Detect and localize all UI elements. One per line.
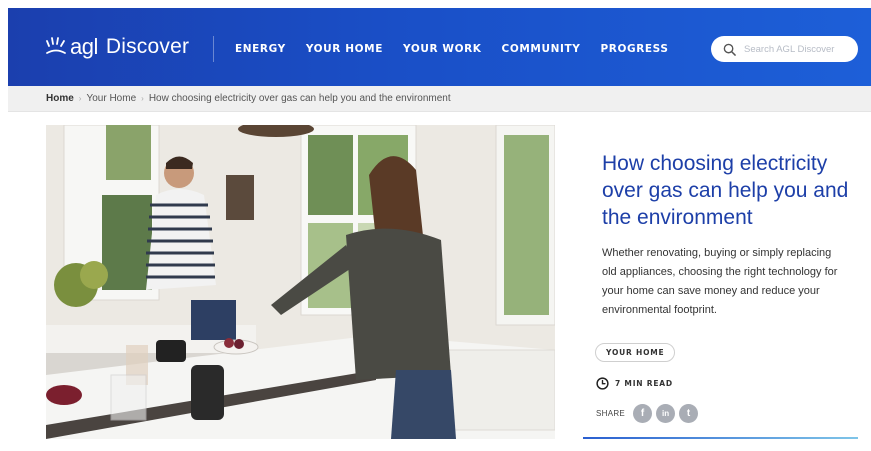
site-header: agl Discover ENERGY YOUR HOME YOUR WORK … [8, 8, 871, 86]
share-bar: SHARE f in t [596, 404, 702, 423]
breadcrumb-your-home[interactable]: Your Home [86, 93, 136, 104]
nav-energy[interactable]: ENERGY [235, 43, 286, 55]
agl-rays-logo-icon [46, 37, 66, 54]
share-label: SHARE [596, 409, 626, 418]
header-divider [213, 36, 214, 62]
breadcrumb: Home › Your Home › How choosing electric… [46, 93, 451, 104]
logo-discover-text: Discover [105, 35, 190, 58]
search-icon [723, 43, 736, 56]
article-excerpt: Whether renovating, buying or simply rep… [602, 247, 838, 316]
article-title: How choosing electricity over gas can he… [602, 152, 849, 229]
read-time-label: 7 MIN READ [615, 379, 673, 388]
breadcrumb-home[interactable]: Home [46, 93, 74, 104]
nav-your-work[interactable]: YOUR WORK [403, 43, 482, 55]
breadcrumb-separator: › [78, 94, 82, 103]
breadcrumb-bar: Home › Your Home › How choosing electric… [8, 86, 871, 112]
hero-image [46, 125, 555, 439]
breadcrumb-separator: › [141, 94, 144, 103]
nav-your-home[interactable]: YOUR HOME [306, 43, 383, 55]
reading-progress-line [583, 437, 858, 439]
agl-discover-logo[interactable]: agl Discover [46, 34, 189, 60]
nav-progress[interactable]: PROGRESS [600, 43, 668, 55]
linkedin-share-icon[interactable]: in [656, 404, 676, 423]
facebook-share-icon[interactable]: f [633, 404, 653, 423]
read-time: 7 MIN READ [596, 377, 673, 390]
page-frame: agl Discover ENERGY YOUR HOME YOUR WORK … [8, 0, 871, 451]
breadcrumb-current: How choosing electricity over gas can he… [148, 93, 451, 104]
kitchen-photo-illustration [46, 125, 555, 439]
search-box[interactable] [711, 36, 858, 62]
clock-icon [596, 377, 609, 390]
category-tag-your-home[interactable]: YOUR HOME [595, 343, 676, 362]
twitter-share-icon[interactable]: t [679, 404, 699, 423]
main-nav: ENERGY YOUR HOME YOUR WORK COMMUNITY PRO… [235, 43, 669, 55]
nav-community[interactable]: COMMUNITY [502, 43, 581, 55]
search-input[interactable] [744, 43, 854, 55]
logo-agl-text: agl [70, 34, 98, 59]
